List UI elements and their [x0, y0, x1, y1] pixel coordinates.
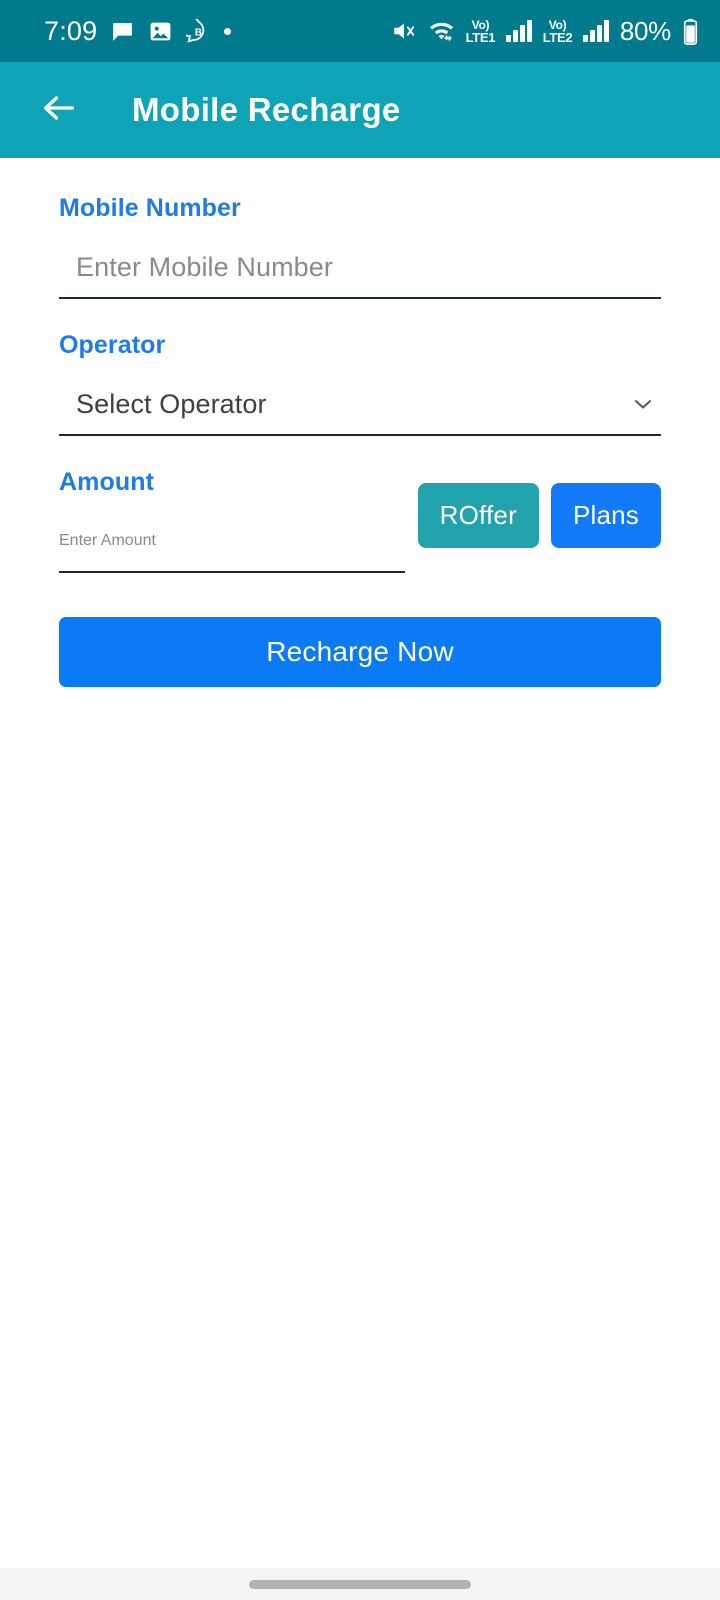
mobile-number-input[interactable]: Enter Mobile Number — [59, 252, 333, 283]
operator-label: Operator — [59, 331, 166, 359]
mute-icon — [391, 18, 417, 44]
status-bar-left: 7:09 B — [44, 15, 232, 46]
volte-1-top-label: Vo) — [471, 17, 490, 32]
arrow-left-icon — [39, 88, 79, 133]
app-bar: Mobile Recharge — [0, 62, 720, 158]
mobile-number-label: Mobile Number — [59, 194, 241, 222]
volte-2-bottom-label: LTE2 — [542, 29, 573, 45]
operator-group: Operator Select Operator — [59, 331, 661, 436]
status-bar-clock: 7:09 — [44, 15, 98, 46]
operator-select[interactable]: Select Operator — [59, 374, 661, 436]
volte-1-icon: Vo) LTE1 — [466, 19, 496, 44]
recharge-form: Mobile Number Enter Mobile Number Operat… — [0, 158, 720, 1568]
volte-2-top-label: Vo) — [548, 17, 567, 32]
mobile-number-group: Mobile Number Enter Mobile Number — [59, 194, 661, 299]
dot-indicator — [224, 27, 232, 35]
amount-field[interactable]: Enter Amount — [59, 511, 405, 573]
signal-2-icon — [583, 20, 609, 42]
volte-1-bottom-label: LTE1 — [465, 29, 496, 45]
amount-group: Amount Enter Amount ROffer Plans — [59, 468, 661, 581]
volte-2-icon: Vo) LTE2 — [543, 19, 573, 44]
phone-screen: 7:09 B Vo) LTE1 Vo) LTE2 80% Mobile Rech… — [0, 0, 720, 1600]
battery-percent-label: 80% — [619, 16, 671, 46]
roffer-button[interactable]: ROffer — [417, 483, 539, 548]
gesture-home-pill[interactable] — [249, 1579, 471, 1589]
amount-action-buttons: ROffer Plans — [417, 483, 661, 548]
page-title: Mobile Recharge — [132, 91, 401, 128]
svg-text:B: B — [195, 27, 202, 38]
status-bar: 7:09 B Vo) LTE1 Vo) LTE2 80% — [0, 0, 720, 62]
circled-b-icon: B — [186, 18, 211, 44]
recharge-now-button[interactable]: Recharge Now — [59, 617, 661, 687]
amount-row-wrapper: Enter Amount ROffer Plans — [59, 483, 661, 581]
back-button[interactable] — [30, 81, 88, 139]
wifi-icon — [428, 18, 455, 45]
signal-1-icon — [506, 20, 532, 42]
mobile-number-field[interactable]: Enter Mobile Number — [59, 237, 661, 299]
battery-icon — [683, 18, 698, 45]
amount-input[interactable]: Enter Amount — [59, 532, 156, 550]
image-icon — [148, 19, 173, 44]
plans-button[interactable]: Plans — [550, 483, 661, 548]
operator-selected-value: Select Operator — [76, 388, 267, 419]
android-navigation-bar — [0, 1568, 720, 1600]
message-bubble-icon — [110, 19, 135, 44]
chevron-down-icon[interactable] — [629, 390, 657, 418]
status-bar-right: Vo) LTE1 Vo) LTE2 80% — [391, 18, 698, 45]
